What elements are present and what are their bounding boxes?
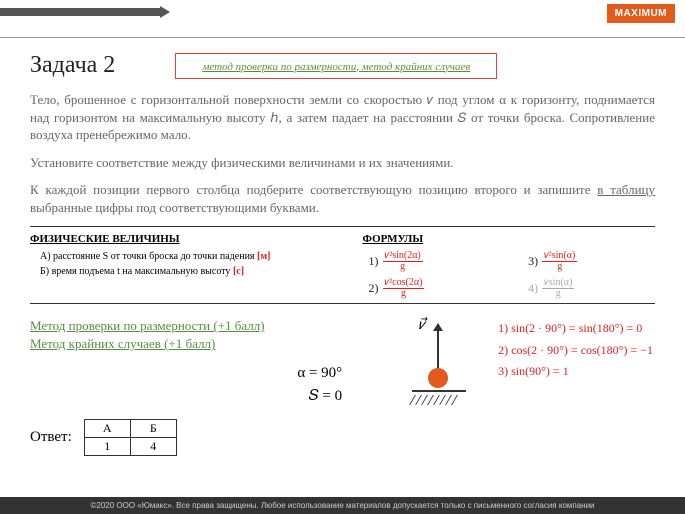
- footer: ©2020 ООО «Юмакс». Все права защищены. Л…: [0, 497, 685, 514]
- divider-top: [30, 226, 655, 227]
- formula-2: 2) 𝑣²cos(2α)g: [369, 278, 503, 299]
- method-dim-link: Метод проверки по размерности (+1 балл): [30, 318, 352, 334]
- divider-bottom: [30, 303, 655, 304]
- content: Задача 2 метод проверки по размерности, …: [0, 38, 685, 456]
- method-hint-box: метод проверки по размерности, метод кра…: [175, 53, 497, 79]
- header-stripe: [0, 8, 160, 16]
- formula-3: 3) 𝑣²sin(α)g: [528, 251, 655, 272]
- check-1: 1) sin(2 · 90°) = sin(180°) = 0: [498, 318, 653, 340]
- velocity-arrow: [437, 324, 439, 370]
- alpha-eq: α = 90°: [30, 362, 342, 385]
- col-head-physical: ФИЗИЧЕСКИЕ ВЕЛИЧИНЫ: [30, 233, 323, 245]
- answer-label: Ответ:: [30, 429, 72, 446]
- logo: MAXIMUM: [607, 4, 675, 23]
- phys-item-a: А) расстояние S от точки броска до точки…: [40, 251, 323, 262]
- column-formulas: ФОРМУЛЫ 1) 𝑣²sin(2α)g 3) 𝑣²sin(α)g 2) 𝑣²…: [363, 233, 656, 299]
- col-head-formulas: ФОРМУЛЫ: [363, 233, 656, 245]
- method-edge-link: Метод крайних случаев (+1 балл): [30, 336, 352, 352]
- ground-icon: [412, 390, 466, 402]
- column-physical: ФИЗИЧЕСКИЕ ВЕЛИЧИНЫ А) расстояние S от т…: [30, 233, 323, 299]
- check-3: 3) sin(90°) = 1: [498, 361, 653, 383]
- diagram: 𝑣⃗: [382, 318, 492, 413]
- ans-val-b: 4: [130, 438, 176, 456]
- ball-icon: [428, 368, 448, 388]
- phys-item-b: Б) время подъема t на максимальную высот…: [40, 266, 323, 277]
- alpha-block: α = 90° 𝑆 = 0: [30, 362, 352, 407]
- formula-1: 1) 𝑣²sin(2α)g: [369, 251, 503, 272]
- s-eq: 𝑆 = 0: [30, 385, 342, 408]
- ans-val-a: 1: [84, 438, 130, 456]
- paragraph-1: Тело, брошенное с горизонтальной поверхн…: [30, 91, 655, 144]
- check-2: 2) cos(2 · 90°) = cos(180°) = −1: [498, 340, 653, 362]
- check-equations: 1) sin(2 · 90°) = sin(180°) = 0 2) cos(2…: [498, 318, 653, 383]
- ans-head-b: Б: [130, 420, 176, 438]
- paragraph-3: К каждой позиции первого столбца подбери…: [30, 181, 655, 216]
- answer-table: АБ 14: [84, 419, 177, 456]
- paragraph-2: Установите соответствие между физическим…: [30, 154, 655, 172]
- formula-4: 4) 𝑣sin(α)g: [528, 278, 655, 299]
- method-hint: метод проверки по размерности, метод кра…: [202, 61, 470, 73]
- ans-head-a: А: [84, 420, 130, 438]
- header: MAXIMUM: [0, 0, 685, 38]
- problem-title: Задача 2: [30, 52, 115, 79]
- velocity-label: 𝑣⃗: [418, 318, 425, 334]
